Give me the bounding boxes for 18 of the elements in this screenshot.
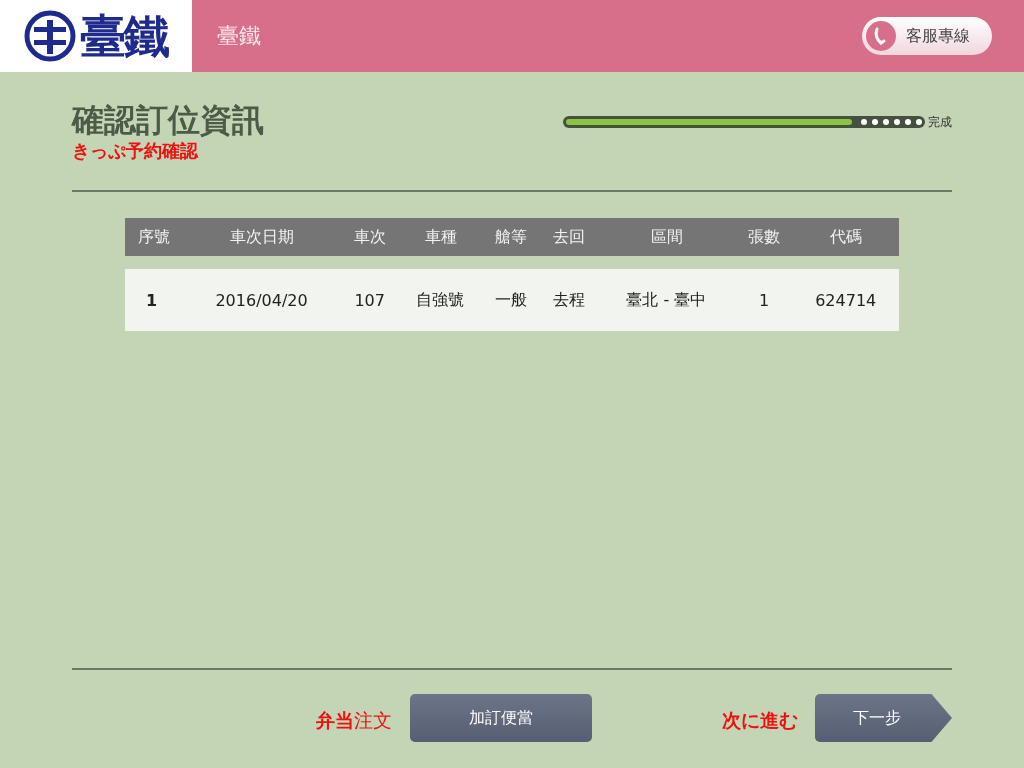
- progress-label: 完成: [928, 113, 952, 131]
- step-dot: [905, 119, 911, 125]
- bento-order-label: 弁当注文: [316, 708, 392, 733]
- step-dot: [916, 119, 922, 125]
- page-title: 確認訂位資訊: [72, 100, 264, 140]
- step-dot: [861, 119, 867, 125]
- add-bento-button[interactable]: 加訂便當: [410, 694, 592, 742]
- railway-emblem-icon: [24, 10, 76, 62]
- step-dot: [872, 119, 878, 125]
- page-subtitle: きっぷ予約確認: [72, 140, 200, 162]
- step-dot: [883, 119, 889, 125]
- hotline-button[interactable]: 客服專線: [862, 17, 992, 55]
- next-button[interactable]: 下一步: [815, 694, 952, 742]
- step-dot: [894, 119, 900, 125]
- header-title: 臺鐵: [217, 22, 261, 50]
- logo-text: 臺鐵: [80, 13, 168, 59]
- next-label: 次に進む: [722, 708, 798, 733]
- phone-icon: [866, 21, 896, 51]
